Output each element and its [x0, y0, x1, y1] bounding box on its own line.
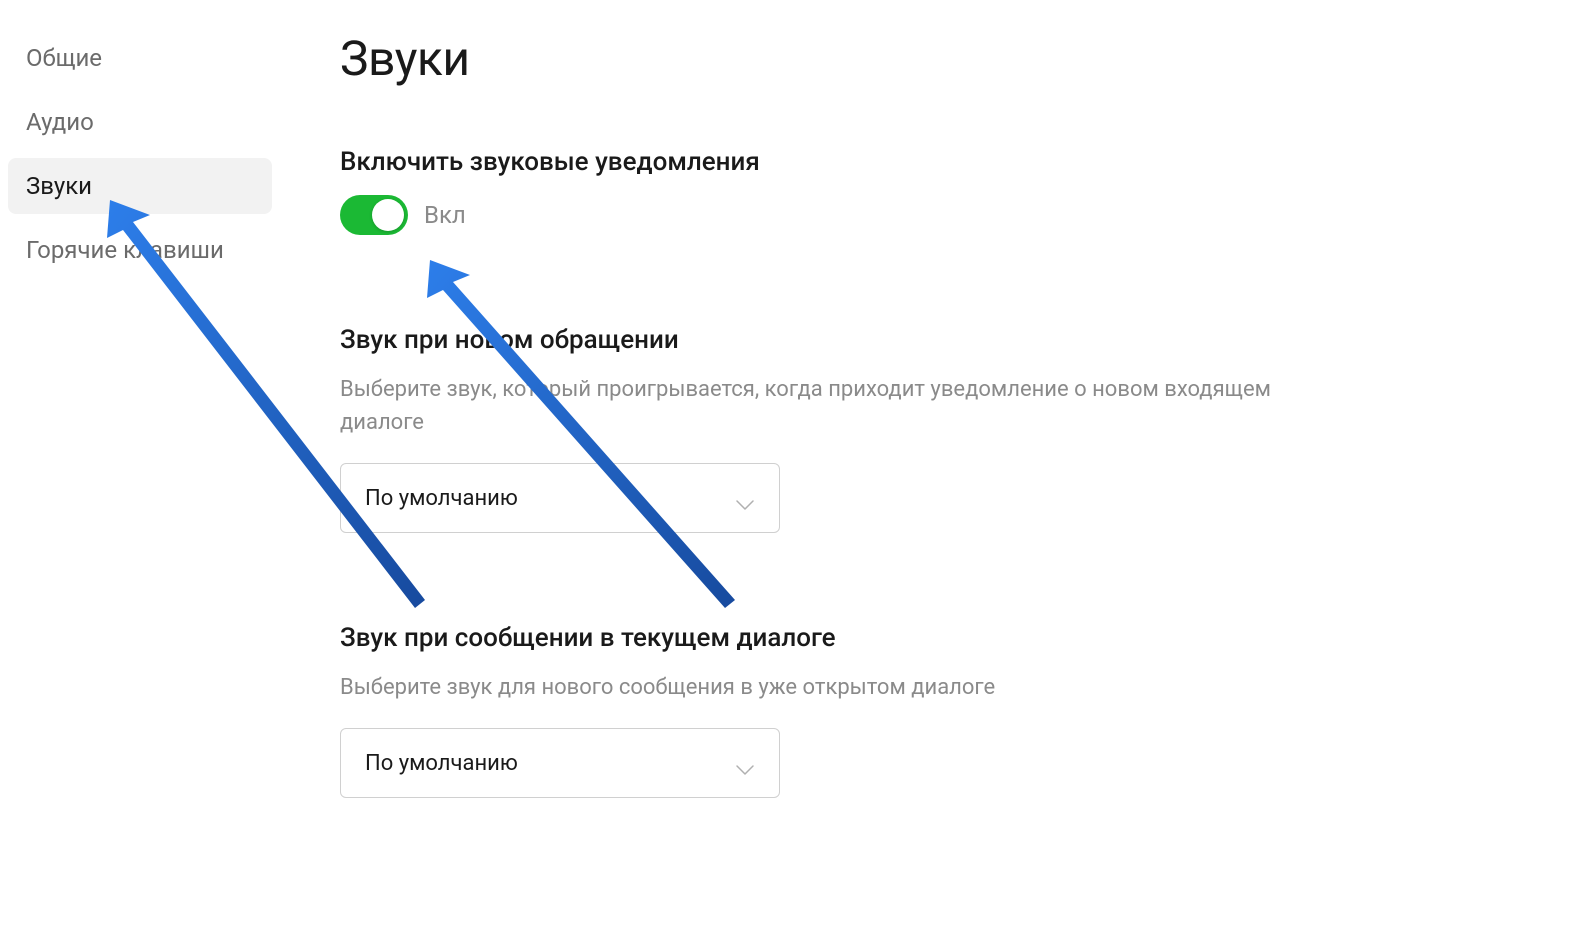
- enable-sounds-toggle[interactable]: [340, 195, 408, 235]
- sidebar-item-label: Звуки: [26, 172, 92, 200]
- new-request-sound-select[interactable]: По умолчанию: [340, 463, 780, 533]
- page-title: Звуки: [340, 30, 1320, 87]
- new-request-title: Звук при новом обращении: [340, 325, 1320, 355]
- current-dialog-description: Выберите звук для нового сообщения в уже…: [340, 671, 1320, 704]
- sidebar-item-hotkeys[interactable]: Горячие клавиши: [8, 222, 272, 278]
- chevron-down-icon: [735, 492, 755, 504]
- settings-sidebar: Общие Аудио Звуки Горячие клавиши: [0, 30, 280, 888]
- sidebar-item-label: Общие: [26, 44, 102, 72]
- new-request-description: Выберите звук, который проигрывается, ко…: [340, 373, 1320, 439]
- section-enable-sounds: Включить звуковые уведомления Вкл: [340, 147, 1320, 235]
- current-dialog-sound-select[interactable]: По умолчанию: [340, 728, 780, 798]
- main-content: Звуки Включить звуковые уведомления Вкл …: [280, 30, 1380, 888]
- sidebar-item-label: Аудио: [26, 108, 94, 136]
- sidebar-item-general[interactable]: Общие: [8, 30, 272, 86]
- sidebar-item-audio[interactable]: Аудио: [8, 94, 272, 150]
- enable-sounds-title: Включить звуковые уведомления: [340, 147, 1320, 177]
- sidebar-item-label: Горячие клавиши: [26, 236, 224, 264]
- current-dialog-title: Звук при сообщении в текущем диалоге: [340, 623, 1320, 653]
- sidebar-item-sounds[interactable]: Звуки: [8, 158, 272, 214]
- section-new-request-sound: Звук при новом обращении Выберите звук, …: [340, 325, 1320, 533]
- chevron-down-icon: [735, 757, 755, 769]
- toggle-row: Вкл: [340, 195, 1320, 235]
- toggle-knob: [372, 199, 404, 231]
- select-value: По умолчанию: [365, 751, 518, 776]
- select-value: По умолчанию: [365, 486, 518, 511]
- toggle-state-label: Вкл: [424, 201, 466, 229]
- section-current-dialog-sound: Звук при сообщении в текущем диалоге Выб…: [340, 623, 1320, 798]
